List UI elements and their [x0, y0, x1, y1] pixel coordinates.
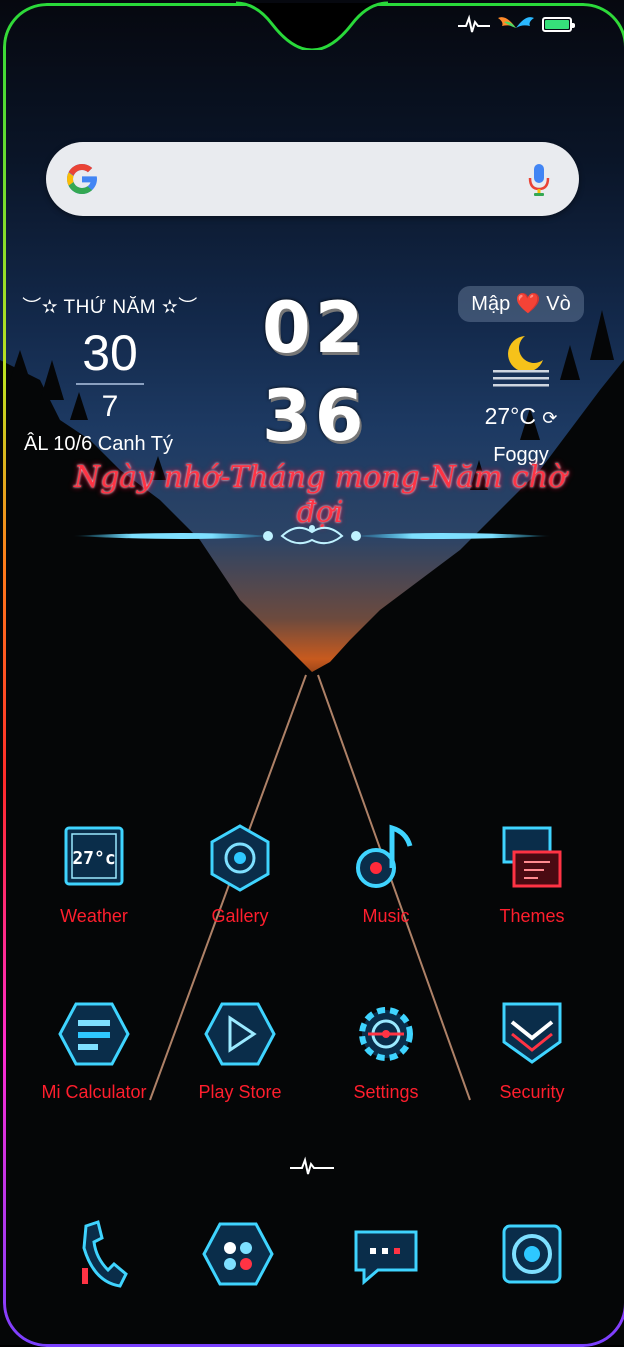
moon-fog-icon	[493, 336, 549, 387]
battery-charging-icon	[542, 16, 575, 32]
camera-app-icon[interactable]	[494, 1218, 570, 1294]
app-settings[interactable]: Settings	[316, 998, 456, 1103]
lunar-date: ÂL 10/6 Canh Tý	[24, 433, 173, 455]
app-label: Mi Calculator	[41, 1082, 147, 1102]
notch-outline	[236, 1, 388, 50]
clock-hours: 02	[262, 287, 368, 369]
app-label: Play Store	[198, 1082, 282, 1102]
contacts-app-icon[interactable]	[200, 1218, 276, 1294]
app-label: Weather	[60, 906, 128, 926]
heart-icon: ❤️	[515, 293, 541, 315]
nickname-right: Vò	[546, 293, 571, 315]
messages-app-icon[interactable]	[348, 1218, 424, 1294]
weather-app-icon: 27°c	[64, 826, 124, 886]
ornament-divider	[72, 525, 552, 545]
clock-minutes: 36	[262, 375, 368, 457]
weekday-label: ︶✫ THỨ NĂM ✫︶	[22, 297, 198, 318]
wings-icon	[498, 17, 534, 28]
temperature: 27°C ⟳	[484, 403, 558, 429]
app-label: Security	[499, 1082, 565, 1102]
app-label: Music	[362, 906, 410, 926]
play-store-app-icon	[204, 1002, 276, 1066]
calculator-app-icon	[58, 1002, 130, 1066]
page-indicator-heartbeat-icon	[290, 1156, 334, 1175]
app-music[interactable]: Music	[316, 822, 456, 927]
google-g-icon	[67, 164, 97, 194]
heartbeat-icon	[458, 14, 490, 33]
app-play-store[interactable]: Play Store	[170, 998, 310, 1103]
app-label: Settings	[353, 1082, 419, 1102]
gallery-app-icon	[210, 824, 270, 892]
app-security[interactable]: Security	[462, 998, 602, 1103]
status-bar	[458, 14, 575, 34]
svg-text:27°c: 27°c	[72, 848, 115, 869]
lunar-date-widget[interactable]: ︶✫ THỨ NĂM ✫︶ 30 7 ÂL 10/6 Canh Tý	[20, 292, 200, 456]
month-number: 7	[101, 390, 119, 423]
weather-widget[interactable]: 27°C ⟳ Foggy	[458, 330, 584, 467]
nickname-left: Mập	[471, 293, 511, 315]
settings-app-icon	[359, 1007, 413, 1061]
music-app-icon	[356, 824, 413, 888]
app-weather[interactable]: 27°c Weather	[24, 822, 164, 927]
refresh-icon[interactable]: ⟳	[542, 408, 557, 428]
microphone-icon[interactable]	[527, 162, 551, 198]
app-gallery[interactable]: Gallery	[170, 822, 310, 927]
app-mi-calculator[interactable]: Mi Calculator	[24, 998, 164, 1103]
app-label: Themes	[499, 906, 565, 926]
day-number: 30	[82, 325, 138, 381]
clock-widget[interactable]: 02 36	[262, 284, 366, 460]
google-search-bar[interactable]	[46, 142, 579, 216]
phone-app-icon[interactable]	[68, 1218, 144, 1294]
app-themes[interactable]: Themes	[462, 822, 602, 927]
date-divider	[76, 383, 144, 385]
nickname-badge: Mập ❤️ Vò	[458, 286, 584, 322]
app-label: Gallery	[211, 906, 269, 926]
themes-app-icon	[502, 826, 562, 888]
security-app-icon	[502, 1002, 562, 1064]
